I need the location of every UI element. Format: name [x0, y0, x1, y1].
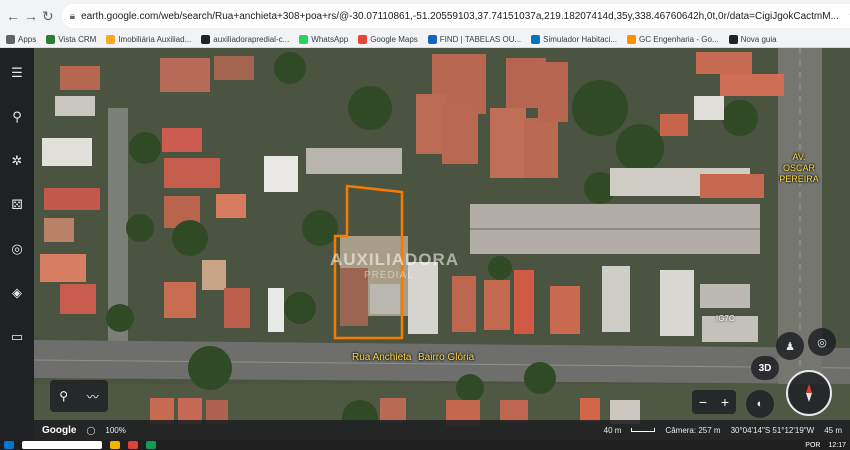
google-logo: Google	[42, 424, 77, 436]
bookmark-label: Google Maps	[370, 35, 418, 44]
screen: ← → ↻ 🔒︎ earth.google.com/web/search/Rua…	[0, 0, 850, 450]
avenue-label: AV. OSCAR PEREIRA	[779, 152, 819, 184]
bookmark-favicon-icon	[106, 35, 116, 44]
map-tools: ⚲ 〰	[50, 380, 108, 412]
bookmark-label: GC Engenharia - Go...	[638, 35, 719, 44]
address-bar[interactable]: 🔒︎ earth.google.com/web/search/Rua+anchi…	[61, 4, 850, 28]
taskbar-search-box[interactable]	[22, 441, 102, 449]
projects-icon[interactable]: ◎	[6, 238, 28, 260]
windows-start-icon[interactable]	[4, 441, 14, 449]
bookmark-item[interactable]: WhatsApp	[299, 35, 348, 44]
url-text[interactable]: earth.google.com/web/search/Rua+anchieta…	[81, 11, 839, 22]
bookmark-label: Nova guia	[740, 35, 777, 44]
satellite-imagery[interactable]	[0, 48, 850, 440]
menu-icon[interactable]: ☰	[6, 62, 28, 84]
zoom-out-button[interactable]: −	[699, 394, 707, 410]
clock[interactable]: 12:17	[828, 442, 846, 449]
bookmark-favicon-icon	[427, 35, 437, 44]
bookmark-item[interactable]: Nova guia	[728, 35, 777, 44]
bookmark-item[interactable]: FIND | TABELAS OU...	[427, 35, 522, 44]
satellite-map[interactable]: Rua Anchieta Bairro Glória AV. OSCAR PER…	[0, 48, 850, 440]
forward-icon[interactable]: →	[24, 6, 38, 26]
lock-icon[interactable]: 🔒︎	[70, 11, 75, 22]
bookmark-item[interactable]: Imobiliária Auxiliad...	[106, 35, 191, 44]
bookmark-label: Simulador Habitaci...	[543, 35, 617, 44]
watermark: AUXILIADORA	[330, 250, 460, 269]
file-explorer-icon[interactable]	[110, 441, 120, 449]
bookmark-label: WhatsApp	[311, 35, 349, 44]
bookmark-item[interactable]: Apps	[6, 35, 36, 44]
layers-icon[interactable]: ◈	[6, 282, 28, 304]
earth-sidebar: ☰ ⚲ ✲ ⚄ ◎ ◈ ▭	[0, 48, 34, 440]
reload-icon[interactable]: ↻	[42, 6, 54, 26]
scale-bar	[631, 428, 656, 432]
bookmark-item[interactable]: GC Engenharia - Go...	[626, 35, 719, 44]
compass-needle-icon	[806, 384, 812, 402]
bookmark-label: Apps	[18, 35, 37, 44]
feeling-lucky-icon[interactable]: ⚄	[6, 194, 28, 216]
zoom-controls: − +	[692, 390, 736, 414]
voyager-icon[interactable]: ✲	[6, 150, 28, 172]
bookmark-favicon-icon	[626, 35, 636, 44]
zoom-indicator-icon: ◯	[86, 425, 96, 435]
status-bar: Google ◯ 100% 40 m Câmera: 257 m 30°04'1…	[34, 420, 850, 440]
taskbar-app-icon[interactable]	[146, 441, 156, 449]
browser-toolbar: ← → ↻ 🔒︎ earth.google.com/web/search/Rua…	[0, 0, 850, 32]
path-icon[interactable]: 〰	[87, 388, 99, 405]
camera-altitude: Câmera: 257 m	[665, 425, 721, 435]
watermark-sub: PREDIAL	[364, 270, 414, 281]
bookmark-favicon-icon	[358, 35, 368, 44]
bookmark-item[interactable]: Simulador Habitaci...	[531, 35, 617, 44]
place-pin-icon[interactable]: ⚲	[59, 389, 68, 403]
chrome-icon[interactable]	[128, 441, 138, 449]
compass-icon[interactable]	[786, 370, 832, 416]
bookmark-favicon-icon	[6, 35, 15, 44]
elevation: 45 m	[824, 425, 842, 435]
bookmark-favicon-icon	[531, 35, 541, 44]
street-label: Rua Anchieta	[352, 352, 412, 363]
bookmark-favicon-icon	[201, 35, 211, 44]
back-icon[interactable]: ←	[6, 6, 20, 26]
pegman-icon[interactable]: ♟	[776, 332, 804, 360]
bookmark-favicon-icon	[299, 35, 309, 44]
bookmark-item[interactable]: Google Maps	[358, 35, 418, 44]
bookmarks-bar: Apps Vista CRM Imobiliária Auxiliad... auxi…	[0, 32, 850, 48]
bookmark-favicon-icon	[46, 35, 56, 44]
scale-text: 40 m	[603, 425, 622, 435]
os-taskbar: POR 12:17	[0, 440, 850, 450]
bookmark-label: Vista CRM	[58, 35, 97, 44]
poi-label: IG7C	[716, 314, 735, 323]
district-label: Bairro Glória	[418, 352, 475, 363]
measure-icon[interactable]: ▭	[6, 326, 28, 348]
globe-icon[interactable]: ◐	[746, 390, 774, 418]
my-location-icon[interactable]: ◎	[808, 328, 836, 356]
bookmark-item[interactable]: Vista CRM	[46, 35, 96, 44]
search-icon[interactable]: ⚲	[6, 106, 28, 128]
toggle-3d-button[interactable]: 3D	[751, 356, 779, 380]
zoom-level: 100%	[105, 425, 126, 435]
bookmark-label: FIND | TABELAS OU...	[439, 35, 522, 44]
bookmark-label: auxiliadorapredial-c...	[213, 35, 290, 44]
bookmark-item[interactable]: auxiliadorapredial-c...	[201, 35, 289, 44]
zoom-in-button[interactable]: +	[721, 394, 729, 410]
coordinates: 30°04'14"S 51°12'19"W	[730, 425, 815, 435]
share-icon[interactable]: ⇪	[845, 10, 850, 23]
language-indicator[interactable]: POR	[805, 442, 820, 449]
bookmark-label: Imobiliária Auxiliad...	[118, 35, 192, 44]
bookmark-favicon-icon	[728, 35, 738, 44]
